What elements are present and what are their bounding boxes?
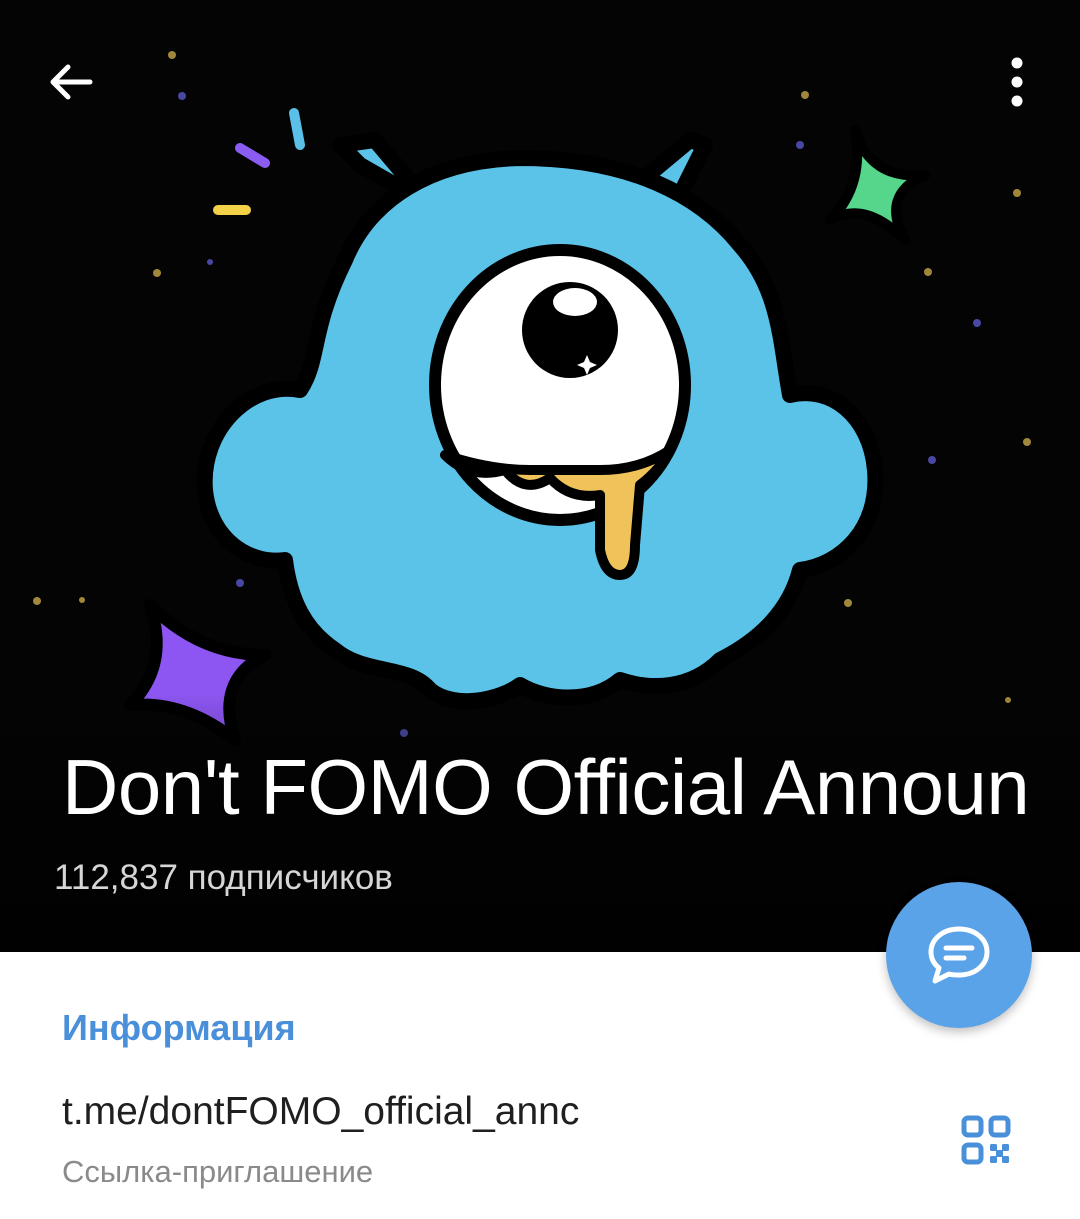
invite-link-caption: Ссылка-приглашение [62,1154,374,1189]
channel-title: Don't FOMO Official Announ [62,743,1030,831]
arrow-left-icon [50,64,93,100]
chat-bubble-icon [928,926,990,984]
subscriber-count: 112,837 подписчиков [54,858,393,897]
discussion-button[interactable] [886,882,1032,1028]
info-section-title: Информация [62,1007,296,1048]
back-button[interactable] [31,42,111,122]
more-vertical-icon [1011,57,1023,107]
invite-link[interactable]: t.me/dontFOMO_official_annc [62,1088,579,1136]
more-options-button[interactable] [977,42,1057,122]
channel-cover: Don't FOMO Official Announ 112,837 подпи… [0,0,1080,952]
qr-code-icon [961,1115,1011,1165]
qr-code-button[interactable] [950,1104,1022,1176]
